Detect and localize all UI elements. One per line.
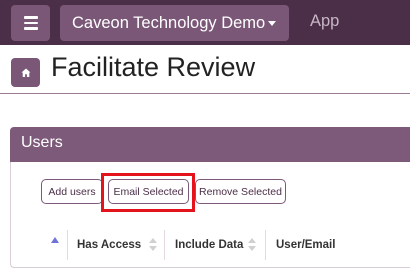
page-title: Facilitate Review — [51, 52, 256, 82]
highlight-box — [101, 173, 195, 212]
hamburger-menu-icon-bar — [23, 21, 38, 25]
users-panel-header — [10, 127, 410, 162]
sort-ascending-icon[interactable] — [51, 237, 59, 243]
top-navbar: Caveon Technology Demo App — [0, 0, 410, 45]
column-header-user-email[interactable]: User/Email — [276, 230, 335, 260]
column-header-include-data[interactable]: Include Data — [175, 230, 243, 260]
remove-selected-button[interactable]: Remove Selected — [195, 179, 286, 204]
hamburger-menu-icon — [23, 16, 38, 19]
hamburger-menu-icon-bar — [23, 27, 38, 30]
organization-dropdown[interactable]: Caveon Technology Demo — [60, 5, 289, 41]
column-divider — [265, 230, 266, 260]
menu-button[interactable] — [11, 5, 50, 41]
users-panel-title: Users — [21, 134, 63, 151]
organization-dropdown-label: Caveon Technology Demo — [72, 13, 266, 32]
caret-down-icon — [268, 21, 276, 26]
sort-icon[interactable] — [248, 238, 256, 252]
add-users-button[interactable]: Add users — [41, 179, 103, 204]
sort-icon[interactable] — [149, 238, 157, 252]
column-header-has-access[interactable]: Has Access — [77, 230, 141, 260]
app-nav-link[interactable]: App — [310, 12, 339, 31]
header-divider — [0, 93, 410, 94]
home-icon[interactable] — [11, 58, 40, 87]
column-divider — [164, 230, 165, 260]
column-divider — [67, 230, 68, 260]
